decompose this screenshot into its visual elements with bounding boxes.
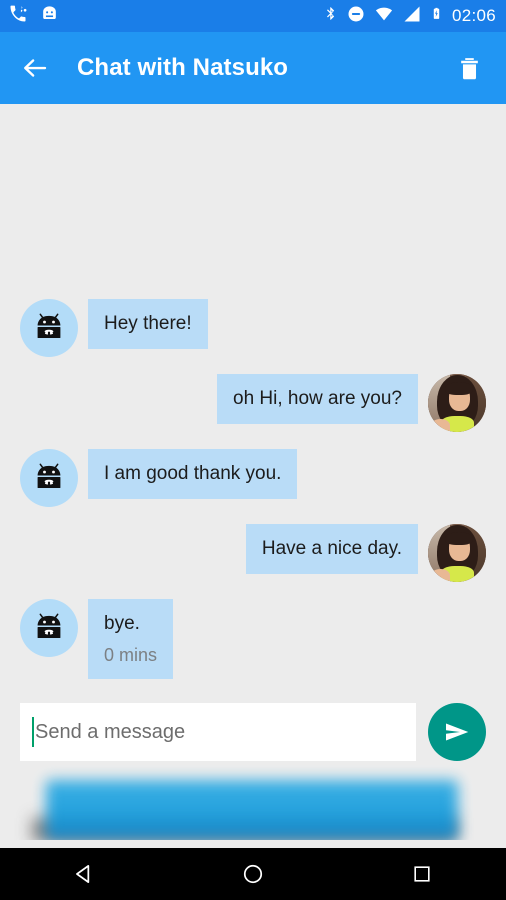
trash-icon[interactable] — [452, 51, 486, 85]
recents-square-icon — [414, 866, 430, 882]
chat-bubble: bye. 0 mins — [88, 598, 174, 679]
chat-row-user: Have a nice day. — [20, 523, 486, 582]
phone-screen: 02:06 Chat with Natsuko Hey there! oh Hi… — [0, 0, 506, 900]
chat-bubble: Hey there! — [88, 298, 208, 349]
send-paper-plane-icon — [446, 723, 469, 741]
chat-bubble-text: oh Hi, how are you? — [233, 387, 402, 409]
chat-bubble-timestamp: 0 mins — [104, 644, 158, 665]
back-nav-button[interactable] — [54, 848, 114, 900]
user-photo-avatar — [428, 373, 486, 432]
status-bar-clock: 02:06 — [451, 6, 496, 25]
banner-mask — [0, 840, 506, 848]
recents-nav-button[interactable] — [392, 848, 452, 900]
chat-message-list[interactable]: Hey there! oh Hi, how are you? I am good… — [0, 104, 506, 696]
back-arrow-icon[interactable] — [18, 51, 52, 85]
chat-row-user: oh Hi, how are you? — [20, 373, 486, 432]
android-bot-avatar — [20, 598, 78, 657]
home-circle-icon — [243, 864, 263, 884]
app-bar: Chat with Natsuko — [0, 32, 506, 104]
android-bot-avatar — [20, 448, 78, 507]
battery-charging-icon — [430, 4, 443, 28]
send-button[interactable] — [428, 703, 486, 761]
do-not-disturb-icon — [347, 5, 365, 28]
message-composer — [0, 700, 506, 764]
wifi-icon — [374, 5, 394, 28]
blurred-banner[interactable] — [46, 780, 458, 840]
avatar-portrait-image — [428, 523, 486, 582]
home-nav-button[interactable] — [223, 848, 283, 900]
user-photo-avatar — [428, 523, 486, 582]
back-triangle-icon — [76, 865, 90, 883]
bluetooth-icon — [323, 4, 338, 28]
status-bar-left-icons — [8, 4, 59, 29]
status-bar-right-icons: 02:06 — [323, 4, 496, 28]
chat-bubble-text: Hey there! — [104, 312, 192, 334]
chat-bubble-text: bye. — [104, 612, 140, 634]
avatar-portrait-image — [428, 373, 486, 432]
call-bluetooth-wifi-icon — [8, 4, 28, 29]
page-title: Chat with Natsuko — [77, 54, 289, 81]
android-head-icon — [40, 4, 59, 28]
chat-bubble: I am good thank you. — [88, 448, 298, 499]
message-input[interactable] — [35, 703, 406, 761]
chat-bubble-text: I am good thank you. — [104, 462, 282, 484]
chat-bubble-text: Have a nice day. — [261, 537, 402, 559]
status-bar: 02:06 — [0, 0, 506, 32]
chat-row-bot: bye. 0 mins — [20, 598, 486, 679]
android-bot-avatar — [20, 298, 78, 357]
cell-signal-icon — [403, 5, 421, 28]
text-caret — [32, 717, 34, 747]
message-input-container[interactable] — [20, 703, 416, 761]
chat-bubble: Have a nice day. — [245, 523, 418, 574]
chat-bubble: oh Hi, how are you? — [217, 373, 418, 424]
chat-row-bot: I am good thank you. — [20, 448, 486, 507]
chat-row-bot: Hey there! — [20, 298, 486, 357]
android-navigation-bar — [0, 848, 506, 900]
